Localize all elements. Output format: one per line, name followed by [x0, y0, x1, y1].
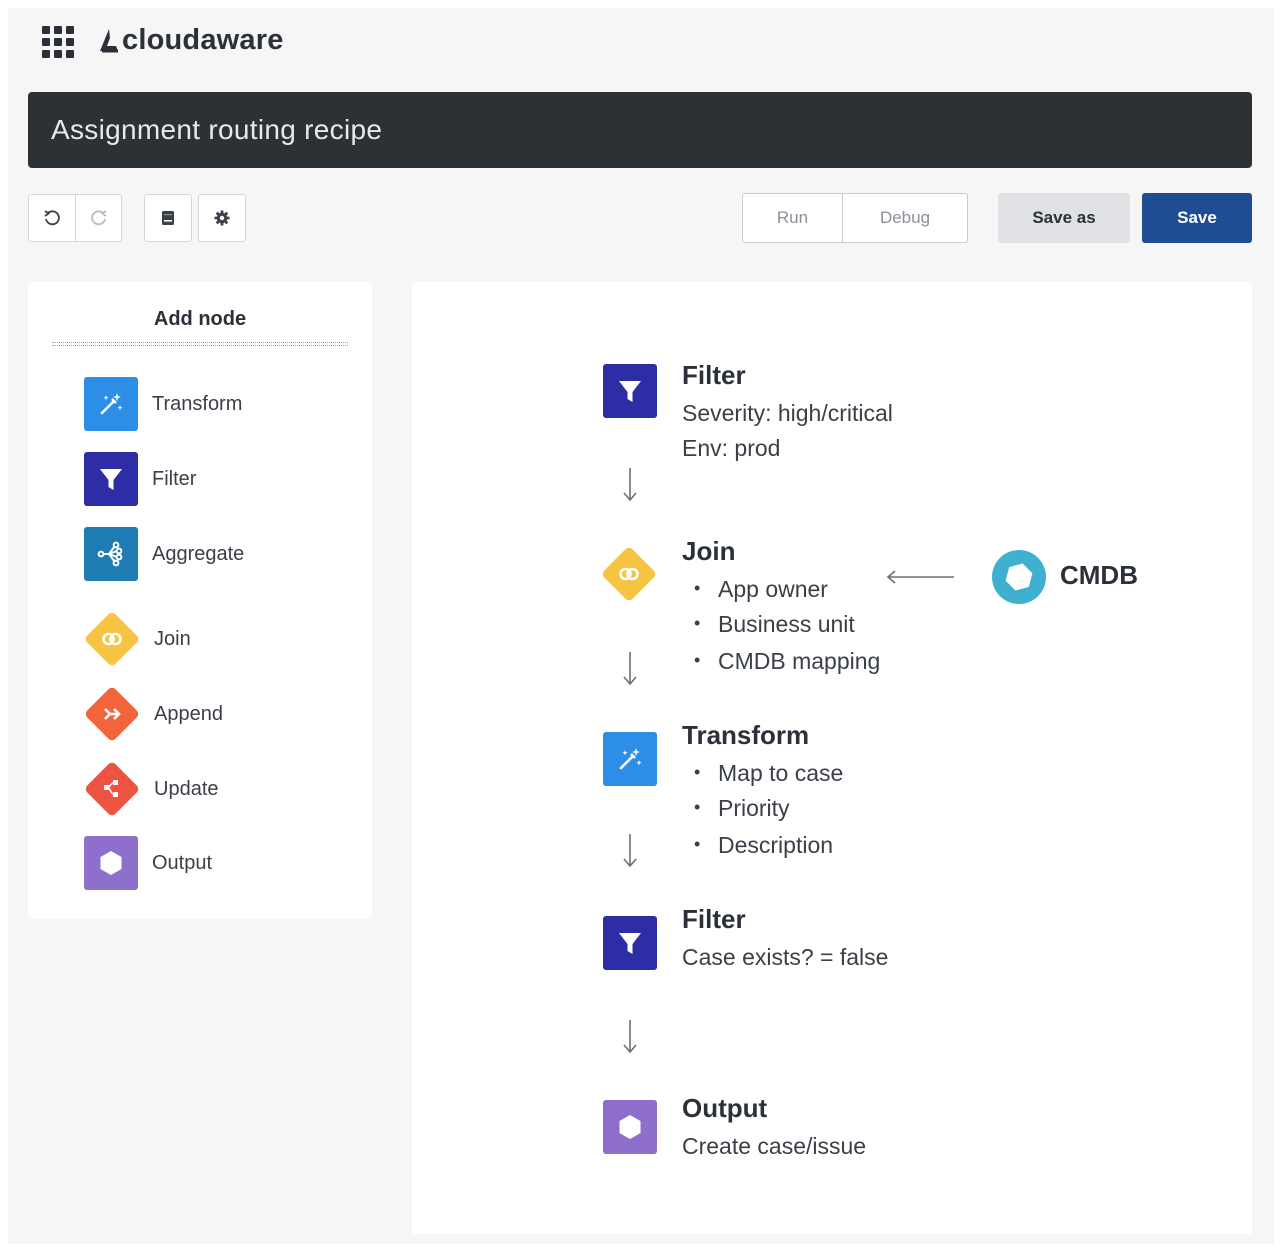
- funnel-icon: [603, 364, 657, 418]
- flow-node-title: Output: [682, 1093, 768, 1123]
- funnel-icon: [84, 452, 138, 506]
- palette-item-join[interactable]: Join: [84, 611, 344, 667]
- arrow-left-icon: [886, 570, 954, 584]
- flow-node-bullet: App owner: [694, 576, 828, 603]
- flow-node-detail: Severity: high/critical: [682, 400, 893, 426]
- arrow-down-icon: [623, 652, 637, 686]
- flow-node-bullet: Business unit: [694, 611, 855, 638]
- apps-grid-icon[interactable]: [40, 24, 74, 58]
- magic-wand-icon: [603, 732, 657, 786]
- recipe-title-bar: Assignment routing recipe: [28, 92, 1252, 168]
- arrow-down-icon: [623, 1020, 637, 1054]
- flow-node-filter[interactable]: [603, 364, 657, 418]
- flow-node-bullet: Map to case: [694, 760, 843, 787]
- palette-item-aggregate[interactable]: Aggregate: [84, 526, 344, 582]
- recipe-title[interactable]: Assignment routing recipe: [51, 114, 382, 146]
- flow-node-bullet: Description: [694, 832, 833, 859]
- append-icon: [84, 686, 140, 742]
- save-as-button[interactable]: Save as: [998, 193, 1130, 243]
- palette-item-output[interactable]: Output: [84, 835, 344, 891]
- palette-item-filter[interactable]: Filter: [84, 451, 344, 507]
- flow-node-transform[interactable]: [603, 732, 657, 786]
- debug-button[interactable]: Debug: [843, 194, 967, 242]
- gear-icon: [214, 210, 230, 226]
- funnel-icon: [603, 916, 657, 970]
- history-button-group: [28, 194, 122, 242]
- palette-item-update[interactable]: Update: [84, 761, 344, 817]
- settings-button[interactable]: [199, 195, 245, 241]
- docs-button[interactable]: [145, 195, 191, 241]
- cmdb-source-label[interactable]: CMDB: [1060, 560, 1138, 591]
- palette-item-label: Transform: [152, 392, 243, 415]
- aggregate-icon: [84, 527, 138, 581]
- flow-node-title: Transform: [682, 720, 810, 750]
- palette-item-label: Output: [152, 851, 213, 874]
- palette-item-label: Append: [154, 702, 223, 725]
- run-debug-group: Run Debug: [742, 193, 968, 243]
- flow-node-detail: Env: prod: [682, 435, 781, 461]
- hexagon-icon: [603, 1100, 657, 1154]
- add-node-title: Add node: [153, 308, 247, 330]
- palette-item-append[interactable]: Append: [84, 686, 344, 742]
- flow-node-title: Join: [682, 536, 736, 566]
- brand-logo: cloudaware: [98, 22, 284, 58]
- brand-name: cloudaware: [122, 23, 284, 56]
- flow-node-bullet: Priority: [694, 795, 789, 822]
- flow-node-bullet: CMDB mapping: [694, 648, 880, 675]
- hexagon-icon: [84, 836, 138, 890]
- palette-item-label: Filter: [152, 467, 197, 490]
- flow-node-detail: Case exists? = false: [682, 944, 889, 970]
- flow-node-join[interactable]: [601, 546, 657, 602]
- flow-node-output[interactable]: [603, 1100, 657, 1154]
- palette-item-label: Aggregate: [152, 542, 245, 565]
- update-icon: [84, 761, 140, 817]
- redo-icon: [90, 210, 107, 226]
- add-node-underline: [52, 342, 348, 346]
- settings-button-group: [198, 194, 246, 242]
- magic-wand-icon: [84, 377, 138, 431]
- flow-canvas[interactable]: Filter Severity: high/critical Env: prod…: [412, 282, 1252, 1234]
- ring-icon: [992, 550, 1046, 604]
- undo-icon: [44, 210, 60, 226]
- redo-button[interactable]: [75, 195, 121, 241]
- flow-node-title: Filter: [682, 360, 746, 390]
- palette-item-transform[interactable]: Transform: [84, 376, 344, 432]
- docs-button-group: [144, 194, 192, 242]
- arrow-down-icon: [623, 834, 637, 868]
- flow-node-filter[interactable]: [603, 916, 657, 970]
- palette-item-label: Join: [154, 627, 191, 650]
- join-icon: [84, 611, 140, 667]
- book-icon: [162, 211, 174, 225]
- undo-button[interactable]: [29, 195, 75, 241]
- flow-node-detail: Create case/issue: [682, 1133, 867, 1159]
- run-button[interactable]: Run: [743, 194, 843, 242]
- add-node-panel: Add node Transform Filter Aggregate Join: [28, 282, 372, 919]
- save-button[interactable]: Save: [1142, 193, 1252, 243]
- palette-item-label: Update: [154, 777, 219, 800]
- arrow-down-icon: [623, 468, 637, 502]
- cloudaware-logo-icon: [100, 29, 118, 53]
- flow-node-title: Filter: [682, 904, 746, 934]
- join-icon: [601, 546, 657, 602]
